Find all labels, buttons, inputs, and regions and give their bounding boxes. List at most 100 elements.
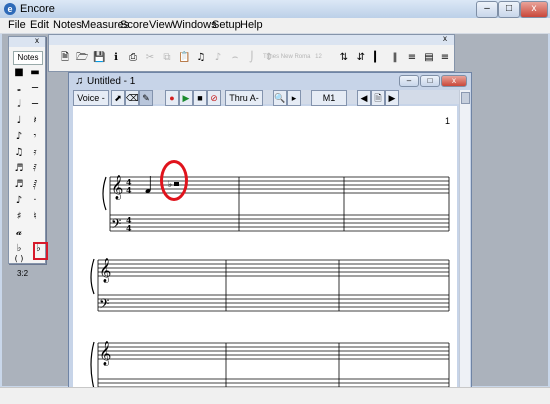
unbeam-icon[interactable]: ♪: [212, 52, 224, 64]
thirtysecond-note-icon[interactable]: ♬: [12, 163, 26, 175]
status-bar: [0, 387, 550, 404]
svg-text:𝄞: 𝄞: [99, 341, 111, 366]
measure-field[interactable]: M1: [311, 90, 347, 106]
menu-help[interactable]: Help: [240, 19, 263, 31]
app-window: e Encore – □ x File Edit Notes Measures …: [0, 0, 550, 404]
scroll-thumb[interactable]: [461, 92, 470, 104]
score-staves: 𝄞 4 4 𝄢 4 4 ♭ 𝄞 𝄢 𝄞: [90, 175, 450, 389]
double-sharp-icon[interactable]: 𝓪: [12, 227, 26, 239]
eighth-note-icon[interactable]: ♪: [12, 131, 26, 143]
cut-icon[interactable]: ✂: [144, 52, 156, 64]
flat-icon-selected[interactable]: ♭: [33, 242, 48, 260]
double-barline-icon[interactable]: ‖: [389, 52, 401, 64]
document-window: ♫ Untitled - 1 – □ x Voice - ⬈ ⌫ ✎ ● ▶ ■…: [68, 72, 472, 390]
score-page[interactable]: 1 𝄞 4 4 𝄢 4 4 ♭ 𝄞 𝄢 𝄞: [73, 106, 457, 389]
maximize-button[interactable]: □: [498, 1, 520, 18]
sharp-icon[interactable]: ♯: [12, 211, 26, 223]
toolbar-palette-header[interactable]: x: [49, 34, 454, 45]
dot-icon[interactable]: ·: [28, 195, 42, 207]
menu-windows[interactable]: Windows: [172, 19, 217, 31]
zoom-icon[interactable]: 🔍: [273, 90, 287, 106]
toolbar-palette-close[interactable]: x: [443, 34, 447, 43]
page-setup-icon[interactable]: ▤: [423, 52, 435, 64]
page-icon[interactable]: 🗎: [371, 90, 385, 106]
slur-icon[interactable]: ⌡: [246, 52, 258, 64]
font-size-field[interactable]: 12: [315, 54, 322, 60]
print-icon[interactable]: ⎙: [127, 52, 139, 64]
doc-close-button[interactable]: x: [441, 75, 467, 87]
pencil-tool-icon[interactable]: ✎: [139, 90, 153, 106]
notes-palette-close[interactable]: x: [35, 36, 39, 45]
eraser-tool-icon[interactable]: ⌫: [125, 90, 139, 106]
sixteenth-note-icon[interactable]: ♫: [12, 147, 26, 159]
font-name-field[interactable]: Times New Roma: [263, 54, 310, 60]
vertical-scrollbar[interactable]: [459, 90, 470, 389]
encore-app-icon: e: [4, 3, 16, 15]
thru-dropdown[interactable]: Thru A-: [225, 90, 263, 106]
system-3: 𝄞: [90, 341, 450, 389]
quarter-rest-icon[interactable]: 𝄽: [28, 115, 42, 127]
tuplet-label[interactable]: 3:2: [17, 269, 28, 278]
system-2: 𝄞 𝄢: [90, 258, 450, 315]
play-icon[interactable]: ▶: [179, 90, 193, 106]
stop-icon[interactable]: ■: [193, 90, 207, 106]
thirtysecond-rest-icon[interactable]: 𝅀: [28, 163, 42, 175]
record-icon[interactable]: ●: [165, 90, 179, 106]
music-note-icon: ♫: [75, 75, 84, 87]
highlight-circle: [160, 160, 188, 201]
layout-icon[interactable]: ≡: [439, 52, 451, 64]
doc-minimize-button[interactable]: –: [399, 75, 419, 87]
svg-text:𝄞: 𝄞: [99, 258, 111, 283]
title-bar: e Encore – □ x: [0, 0, 550, 19]
new-document-icon[interactable]: 🗎: [59, 52, 71, 64]
open-folder-icon[interactable]: 🗁: [76, 52, 88, 64]
menu-score[interactable]: Score: [120, 19, 149, 31]
whole-rest-icon[interactable]: ─: [28, 83, 42, 95]
natural-icon[interactable]: ♮: [28, 211, 42, 223]
beam-icon[interactable]: ♫: [195, 52, 207, 64]
tie-icon[interactable]: ⌢: [229, 52, 241, 64]
align-icon[interactable]: ⇵: [355, 52, 367, 64]
sixtyfourth-rest-icon[interactable]: 𝅁: [28, 179, 42, 191]
whole-note-icon[interactable]: 𝅝: [12, 83, 26, 95]
midi-panic-icon[interactable]: ⊘: [207, 90, 221, 106]
alto-clef-icon: 𝄢: [111, 216, 121, 235]
menu-view[interactable]: View: [149, 19, 173, 31]
breve-note-icon[interactable]: ■: [12, 67, 26, 79]
close-button[interactable]: x: [520, 1, 548, 18]
menu-file[interactable]: File: [8, 19, 26, 31]
doc-maximize-button[interactable]: □: [420, 75, 440, 87]
prev-page-icon[interactable]: ◀: [357, 90, 371, 106]
zoom-next-icon[interactable]: ▸: [287, 90, 301, 106]
notes-palette: x Notes ■ ▬ 𝅝 ─ 𝅗𝅥 ─ ♩ 𝄽 ♪ 𝄾 ♫ 𝄿 ♬ 𝅀 ♬ 𝅁 …: [8, 36, 48, 278]
arrow-tool-icon[interactable]: ⬈: [111, 90, 125, 106]
double-whole-rest-icon[interactable]: ▬: [28, 67, 42, 79]
eighth-rest-icon[interactable]: 𝄾: [28, 131, 42, 143]
sixteenth-rest-icon[interactable]: 𝄿: [28, 147, 42, 159]
svg-text:4: 4: [126, 223, 132, 233]
copy-icon[interactable]: ⧉: [161, 52, 173, 64]
paste-icon[interactable]: 📋: [178, 52, 190, 64]
document-title: Untitled - 1: [87, 76, 136, 87]
half-note-icon[interactable]: 𝅗𝅥: [12, 99, 26, 111]
parentheses-icon[interactable]: ( ): [12, 253, 26, 265]
menu-notes[interactable]: Notes: [53, 19, 82, 31]
staff-lines-icon[interactable]: ≡: [406, 52, 418, 64]
barline-icon[interactable]: ▎: [372, 52, 384, 64]
notes-palette-header[interactable]: x: [9, 36, 45, 47]
notes-tab[interactable]: Notes: [13, 51, 43, 65]
transpose-icon[interactable]: ⇅: [338, 52, 350, 64]
grace-note-icon[interactable]: ♪: [12, 195, 26, 207]
minimize-button[interactable]: –: [476, 1, 498, 18]
alto-staff-1: [110, 214, 449, 232]
info-icon[interactable]: ℹ: [110, 52, 122, 64]
voice-dropdown[interactable]: Voice -: [73, 90, 109, 106]
svg-text:𝄢: 𝄢: [99, 296, 109, 315]
menu-edit[interactable]: Edit: [30, 19, 49, 31]
next-page-icon[interactable]: ▶: [385, 90, 399, 106]
sixtyfourth-note-icon[interactable]: ♬: [12, 179, 26, 191]
menu-setup[interactable]: Setup: [212, 19, 241, 31]
half-rest-icon[interactable]: ─: [28, 99, 42, 111]
quarter-note-icon[interactable]: ♩: [12, 115, 26, 127]
save-icon[interactable]: 💾: [93, 52, 105, 64]
